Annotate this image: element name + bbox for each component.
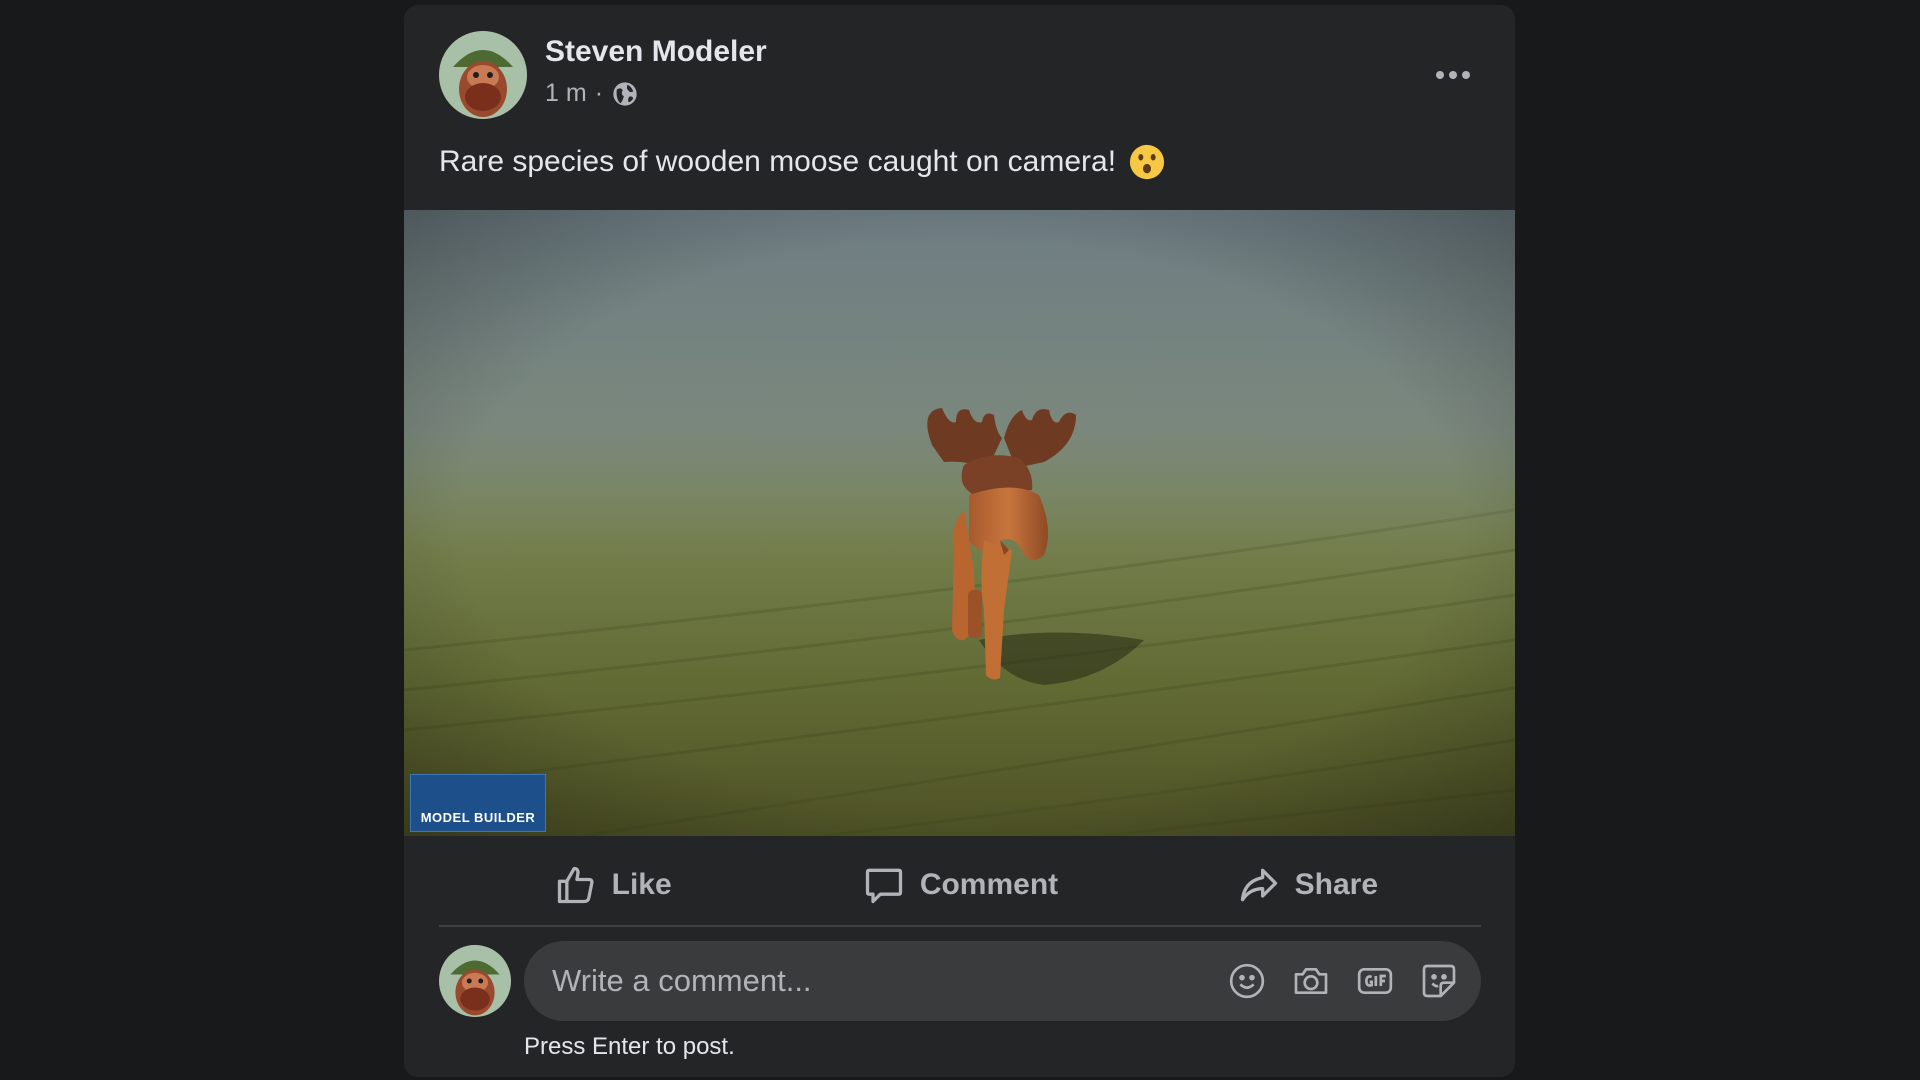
moose-photo-scene: [404, 210, 1515, 836]
camera-icon[interactable]: [1291, 961, 1331, 1001]
author-name[interactable]: Steven Modeler: [545, 35, 767, 69]
post-text: Rare species of wooden moose caught on c…: [439, 143, 1166, 181]
share-button[interactable]: Share: [1134, 845, 1481, 925]
globe-icon[interactable]: [611, 80, 639, 108]
post-card: Steven Modeler 1 m · Rare species of woo…: [404, 5, 1515, 1077]
more-dot: [1449, 71, 1457, 79]
meta-separator: ·: [594, 79, 604, 107]
model-builder-watermark: MODEL BUILDER: [410, 774, 546, 832]
commenter-avatar[interactable]: [439, 945, 511, 1017]
post-timestamp[interactable]: 1 m: [545, 79, 587, 108]
more-options-button[interactable]: [1425, 57, 1481, 93]
more-dot: [1436, 71, 1444, 79]
avatar-image: [439, 945, 511, 1017]
comment-button[interactable]: Comment: [786, 845, 1133, 925]
sticker-icon[interactable]: [1419, 961, 1459, 1001]
emoji-icon[interactable]: [1227, 961, 1267, 1001]
like-label: Like: [611, 868, 672, 901]
post-meta: 1 m ·: [545, 79, 639, 108]
author-avatar[interactable]: [439, 31, 527, 119]
comment-composer: [524, 941, 1481, 1021]
press-enter-hint: Press Enter to post.: [524, 1033, 735, 1060]
comment-input[interactable]: [550, 962, 1227, 1000]
post-photo[interactable]: MODEL BUILDER: [404, 210, 1515, 836]
more-dot: [1462, 71, 1470, 79]
share-icon: [1240, 868, 1277, 902]
avatar-image: [439, 31, 527, 119]
share-label: Share: [1294, 868, 1379, 901]
astonished-face-emoji: [1129, 144, 1165, 180]
comment-label: Comment: [919, 868, 1059, 901]
watermark-text: MODEL BUILDER: [420, 810, 536, 825]
thumbs-up-icon: [557, 866, 594, 904]
post-message: Rare species of wooden moose caught on c…: [439, 145, 1117, 178]
gif-icon[interactable]: [1355, 961, 1395, 1001]
composer-icons: [1227, 961, 1459, 1001]
post-actions: Like Comment Share: [439, 845, 1481, 927]
comment-icon: [865, 868, 902, 904]
like-button[interactable]: Like: [439, 845, 786, 925]
